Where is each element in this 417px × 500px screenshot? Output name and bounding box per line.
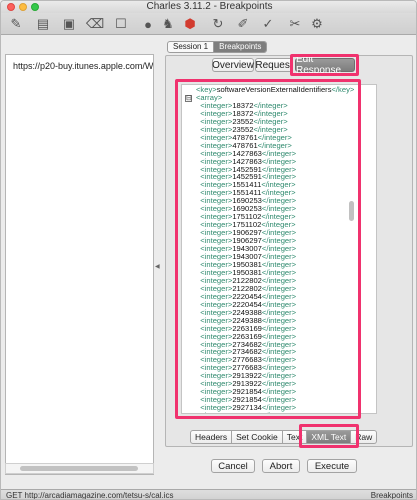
refresh-icon[interactable]: ↻: [209, 15, 227, 33]
trash-icon[interactable]: ⌫: [86, 15, 104, 33]
session-tabs: Session 1 Breakpoints: [167, 41, 268, 53]
toolbar: ✎ ▤ ▣ ⌫ ☐ ● ♞ ⬢ ↻ ✐ ✓ ✂ ⚙: [1, 13, 416, 35]
execute-button[interactable]: Execute: [307, 459, 357, 473]
structure-tree: https://p20-buy.itunes.apple.com/WebObj: [5, 54, 154, 475]
tortoise-icon[interactable]: ♞: [159, 15, 177, 33]
highlight-xml-editor: [175, 79, 361, 419]
tab-request[interactable]: Request: [255, 58, 293, 72]
scroll-thumb[interactable]: [20, 466, 138, 471]
pen-icon[interactable]: ✎: [7, 15, 25, 33]
charles-window: Charles 3.11.2 - Breakpoints ✎ ▤ ▣ ⌫ ☐ ●…: [0, 0, 417, 500]
pencil-icon[interactable]: ✐: [234, 15, 252, 33]
highlight-xml-text-tab: [299, 424, 359, 448]
cancel-button[interactable]: Cancel: [211, 459, 255, 473]
status-bar: GET http://arcadiamagazine.com/tetsu-s/c…: [1, 489, 416, 500]
highlight-edit-response: [290, 54, 359, 76]
folder-icon[interactable]: ▤: [34, 15, 52, 33]
save-icon[interactable]: ▣: [60, 15, 78, 33]
tab-breakpoints[interactable]: Breakpoints: [214, 42, 267, 52]
tree-item-label: https://p20-buy.itunes.apple.com/WebObj: [13, 60, 153, 71]
tab-overview[interactable]: Overview: [212, 58, 254, 72]
tab-session-1[interactable]: Session 1: [168, 42, 215, 52]
edit-icon[interactable]: ☐: [112, 15, 130, 33]
record-icon[interactable]: ●: [139, 15, 157, 33]
status-label: Breakpoints: [370, 491, 413, 500]
stop-icon[interactable]: ⬢: [181, 15, 199, 33]
tools-icon[interactable]: ✂: [286, 15, 304, 33]
abort-button[interactable]: Abort: [262, 459, 300, 473]
split-handle-icon[interactable]: ◀: [155, 263, 160, 270]
status-url: GET http://arcadiamagazine.com/tetsu-s/c…: [6, 491, 174, 500]
title-bar: Charles 3.11.2 - Breakpoints: [1, 1, 416, 13]
tab-headers[interactable]: Headers: [190, 430, 233, 444]
window-title: Charles 3.11.2 - Breakpoints: [146, 1, 273, 12]
tab-set-cookie[interactable]: Set Cookie: [232, 430, 283, 444]
tree-item-host[interactable]: https://p20-buy.itunes.apple.com/WebObj: [6, 59, 153, 72]
horizontal-scrollbar[interactable]: [5, 463, 154, 474]
settings-icon[interactable]: ⚙: [308, 15, 326, 33]
check-icon[interactable]: ✓: [259, 15, 277, 33]
